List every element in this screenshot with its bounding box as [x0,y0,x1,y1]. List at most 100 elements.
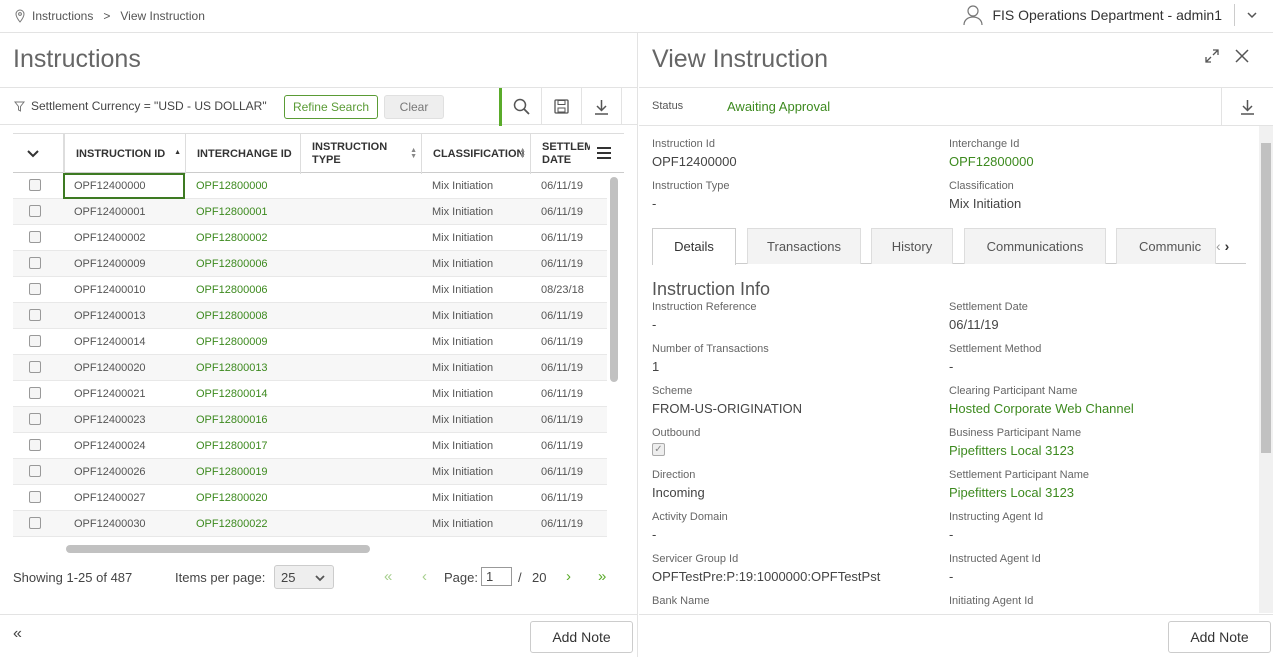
table-row[interactable]: OPF12400027 OPF12800020 Mix Initiation 06/1… [13,485,607,511]
table-row[interactable]: OPF12400021 OPF12800014 Mix Initiation 06/1… [13,381,607,407]
table-row[interactable]: OPF12400002 OPF12800002 Mix Initiation 06/1… [13,225,607,251]
tab-communications[interactable]: Communications [964,228,1106,264]
row-checkbox[interactable] [29,309,41,321]
clearing-participant-link[interactable]: Hosted Corporate Web Channel [949,401,1134,416]
refine-search-button[interactable]: Refine Search [284,95,378,119]
download-icon [1241,100,1254,115]
interchange-id-link[interactable]: OPF12800001 [185,199,300,225]
interchange-id-link[interactable]: OPF12800000 [949,154,1034,169]
chevron-down-icon[interactable] [1247,11,1257,19]
page-input[interactable]: 1 [481,567,512,586]
instruction-id-cell: OPF12400000 [63,173,185,199]
row-checkbox[interactable] [29,335,41,347]
row-checkbox[interactable] [29,361,41,373]
interchange-id-link[interactable]: OPF12800019 [185,459,300,485]
close-icon[interactable] [1235,49,1249,63]
breadcrumb-root-link[interactable]: Instructions [32,9,93,23]
collapse-panel-icon[interactable]: « [13,625,22,643]
num-transactions-value: 1 [652,359,660,374]
tab-history[interactable]: History [871,228,953,264]
field-label: Settlement Method [949,343,1042,355]
select-all-toggle[interactable] [13,134,63,174]
location-pin-icon [15,9,25,23]
table-row[interactable]: OPF12400001 OPF12800001 Mix Initiation 06/1… [13,199,607,225]
interchange-id-link[interactable]: OPF12800014 [185,381,300,407]
interchange-id-link[interactable]: OPF12800017 [185,433,300,459]
field-label: Instruction Id [652,138,715,150]
row-checkbox[interactable] [29,465,41,477]
tab-scroll-arrows[interactable]: ‹ › [1216,238,1229,254]
table-row[interactable]: OPF12400020 OPF12800013 Mix Initiation 06/1… [13,355,607,381]
interchange-id-link[interactable]: OPF12800016 [185,407,300,433]
row-checkbox[interactable] [29,491,41,503]
save-button[interactable] [542,88,582,125]
first-page-button[interactable]: « [384,568,392,585]
user-menu[interactable]: FIS Operations Department - admin1 [962,4,1257,26]
detail-scrollbar[interactable] [1261,143,1271,453]
column-header-instruction-type[interactable]: INSTRUCTION TYPE ▲ ▼ [300,134,421,174]
column-header-interchange-id[interactable]: INTERCHANGE ID [185,134,300,174]
business-participant-link[interactable]: Pipefitters Local 3123 [949,443,1074,458]
instruction-id-value: OPF12400000 [652,154,737,169]
row-checkbox[interactable] [29,387,41,399]
instruction-id-cell: OPF12400013 [74,310,146,322]
row-checkbox[interactable] [29,205,41,217]
instruction-id-cell: OPF12400009 [74,258,146,270]
interchange-id-link[interactable]: OPF12800002 [185,225,300,251]
window-controls [1205,49,1249,63]
interchange-id-link[interactable]: OPF12800008 [185,303,300,329]
interchange-id-link[interactable]: OPF12800009 [185,329,300,355]
table-row[interactable]: OPF12400013 OPF12800008 Mix Initiation 06/1… [13,303,607,329]
table-row[interactable]: OPF12400000 OPF12800000 Mix Initiation 06/1… [13,173,607,199]
row-checkbox[interactable] [29,517,41,529]
interchange-id-link[interactable]: OPF12800013 [185,355,300,381]
column-header-settlement-date[interactable]: SETTLEM DATE [530,134,590,174]
row-checkbox[interactable] [29,179,41,191]
interchange-id-link[interactable]: OPF12800000 [185,173,300,199]
row-checkbox[interactable] [29,283,41,295]
tab-details[interactable]: Details [652,228,736,265]
table-row[interactable]: OPF12400009 OPF12800006 Mix Initiation 06/1… [13,251,607,277]
settlement-participant-link[interactable]: Pipefitters Local 3123 [949,485,1074,500]
interchange-id-link[interactable]: OPF12800006 [185,251,300,277]
search-button[interactable] [502,88,542,125]
table-row[interactable]: OPF12400024 OPF12800017 Mix Initiation 06/1… [13,433,607,459]
table-row[interactable]: OPF12400010 OPF12800006 Mix Initiation 08/2… [13,277,607,303]
outbound-checkbox: ✓ [652,443,665,456]
tab-transactions[interactable]: Transactions [747,228,861,264]
vertical-scrollbar[interactable] [610,177,618,382]
add-note-button[interactable]: Add Note [1168,621,1271,653]
interchange-id-link[interactable]: OPF12800022 [185,511,300,537]
horizontal-scrollbar[interactable] [66,545,370,553]
column-header-classification[interactable]: CLASSIFICATION ▲ ▼ [421,134,530,174]
row-checkbox[interactable] [29,257,41,269]
next-page-button[interactable]: › [566,568,571,585]
tab-communications-2[interactable]: Communic [1116,228,1216,264]
expand-icon[interactable] [1205,49,1219,63]
interchange-id-link[interactable]: OPF12800006 [185,277,300,303]
table-row[interactable]: OPF12400026 OPF12800019 Mix Initiation 06/1… [13,459,607,485]
row-checkbox[interactable] [29,413,41,425]
clear-button[interactable]: Clear [384,95,444,119]
prev-page-button[interactable]: ‹ [422,568,427,585]
classification-value: Mix Initiation [949,196,1022,211]
column-header-instruction-id[interactable]: INSTRUCTION ID ▲ [63,134,185,174]
table-row[interactable]: OPF12400023 OPF12800016 Mix Initiation 06/1… [13,407,607,433]
interchange-id-link[interactable]: OPF12800020 [185,485,300,511]
download-button[interactable] [582,88,622,125]
items-per-page-select[interactable]: 25 [274,565,334,589]
settlement-date-cell: 06/11/19 [541,518,584,530]
table-row[interactable]: OPF12400030 OPF12800022 Mix Initiation 06/1… [13,511,607,537]
instructions-grid: INSTRUCTION ID ▲ INTERCHANGE ID INSTRUCT… [13,133,624,545]
settlement-date-cell: 06/11/19 [541,232,584,244]
download-button[interactable] [1221,88,1273,126]
pagination: Showing 1-25 of 487 Items per page: 25 «… [0,565,638,591]
instruction-type-cell [300,329,421,355]
settlement-date-cell: 06/11/19 [541,388,584,400]
row-checkbox[interactable] [29,231,41,243]
row-checkbox[interactable] [29,439,41,451]
table-row[interactable]: OPF12400014 OPF12800009 Mix Initiation 06/1… [13,329,607,355]
column-menu-button[interactable] [597,147,611,162]
last-page-button[interactable]: » [598,568,606,585]
add-note-button[interactable]: Add Note [530,621,633,653]
